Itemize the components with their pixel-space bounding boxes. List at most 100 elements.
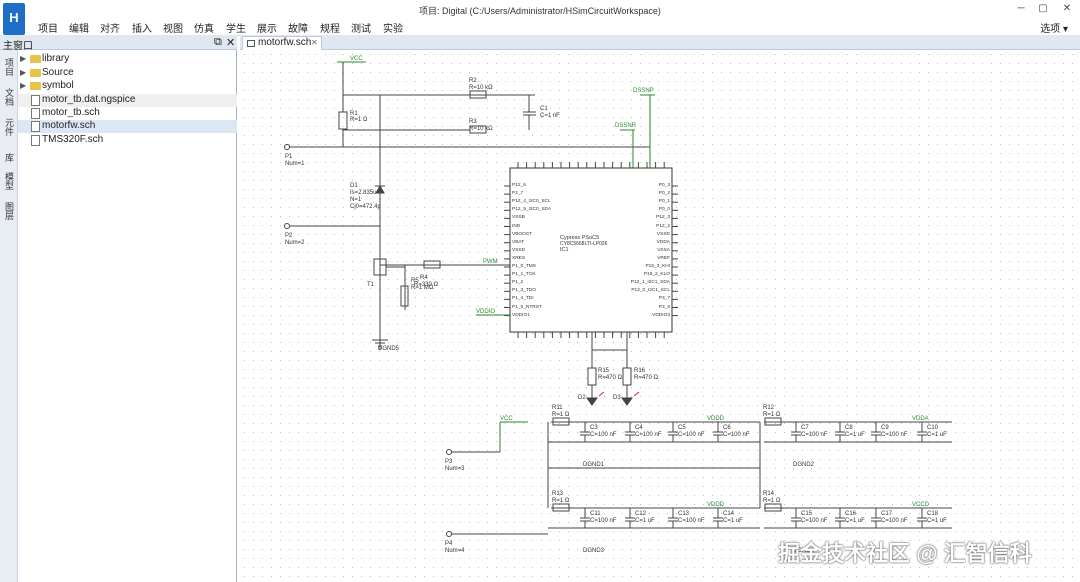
close-tab-icon[interactable]: ✕ [311, 38, 318, 47]
tree-item-label: Source [42, 67, 74, 78]
capacitor-c3[interactable] [580, 422, 590, 442]
capacitor-c4[interactable] [625, 422, 635, 442]
label-dgnd3: DGND3 [583, 548, 605, 554]
tree-item-label: motor_tb.dat.ngspice [42, 94, 136, 105]
rail-tab-models[interactable]: 模型 [0, 168, 18, 194]
tree-item-label: library [42, 53, 70, 64]
file-icon [31, 121, 40, 132]
label-c11: C11 [590, 511, 601, 517]
label-net-vcc: VCC [500, 416, 513, 422]
label-net-vddd: VDDD [707, 502, 725, 508]
tree-item-label: motorfw.sch [42, 120, 96, 131]
resistor-r16[interactable] [622, 367, 632, 386]
close-panel-icon[interactable]: ✕ [226, 36, 235, 49]
label-r13: R13 [552, 491, 564, 497]
menu-test[interactable]: 测试 [351, 20, 371, 35]
capacitor-c7[interactable] [791, 422, 801, 442]
tree-item-motorfw-sch[interactable]: motorfw.sch [18, 120, 237, 133]
led-d3[interactable] [621, 397, 633, 406]
capacitor-c11[interactable] [580, 508, 590, 528]
ic1-psoc5[interactable] [504, 162, 678, 338]
tree-item-motor-tb-sch[interactable]: motor_tb.sch [18, 107, 237, 120]
menu-fault[interactable]: 故障 [288, 20, 308, 35]
capacitor-c14[interactable] [713, 508, 723, 528]
ic-right-pin-label: P15_3_KHI [645, 264, 670, 269]
expand-arrow-icon[interactable]: ▶ [20, 68, 26, 77]
menu-student[interactable]: 学生 [226, 20, 246, 35]
capacitor-c17[interactable] [871, 508, 881, 528]
capacitor-c16[interactable] [835, 508, 845, 528]
menu-edit[interactable]: 编辑 [69, 20, 89, 35]
resistor-r15[interactable] [587, 367, 597, 386]
label-c3: C3 [590, 425, 598, 431]
tree-item-source[interactable]: ▶ Source [18, 67, 237, 80]
port-p3[interactable] [446, 449, 452, 455]
label-r2-val: R=10 kΩ [469, 85, 493, 91]
menu-project[interactable]: 项目 [38, 20, 58, 35]
app-logo-icon[interactable]: H [3, 3, 25, 35]
ic-right-pin-label: P12_0_I2C1_SCL [631, 288, 670, 294]
label-c3-val: C=100 nF [590, 432, 617, 438]
menu-simulation[interactable]: 仿真 [194, 20, 214, 35]
float-panel-icon[interactable]: ⧉ [214, 36, 222, 49]
close-window-button[interactable]: ✕ [1056, 1, 1078, 17]
expand-arrow-icon[interactable]: ▶ [20, 81, 26, 90]
capacitor-c8[interactable] [835, 422, 845, 442]
ic-left-pin-label: P1_3_TDO [512, 288, 536, 294]
ic-right-pin-label: P0_3 [658, 183, 670, 188]
label-r5-val: R=1 MΩ [411, 285, 434, 291]
label-c13: C13 [678, 511, 690, 517]
options-menu[interactable]: 选项 ▾ [1040, 20, 1068, 35]
menu-insert[interactable]: 插入 [132, 20, 152, 35]
capacitor-c12[interactable] [625, 508, 635, 528]
resistor-r1[interactable] [338, 111, 348, 130]
capacitor-c6[interactable] [713, 422, 723, 442]
menu-align[interactable]: 对齐 [100, 20, 120, 35]
label-r14: R14 [763, 491, 775, 497]
label-c9-val: C=100 nF [881, 432, 908, 438]
menu-procedure[interactable]: 规程 [320, 20, 340, 35]
tab-motorfw[interactable]: motorfw.sch ✕ [242, 36, 322, 50]
capacitor-c18[interactable] [917, 508, 927, 528]
tree-item-library[interactable]: ▶ library [18, 53, 237, 66]
ic-right-pin-label: P0_1 [658, 199, 670, 205]
capacitor-c10[interactable] [917, 422, 927, 442]
document-tab-strip: motorfw.sch ✕ [240, 35, 1080, 50]
port-p2[interactable] [284, 223, 290, 229]
capacitor-c15[interactable] [791, 508, 801, 528]
rail-tab-project[interactable]: 项目 [0, 54, 18, 80]
menu-view[interactable]: 视图 [163, 20, 183, 35]
menu-experiment[interactable]: 实验 [383, 20, 403, 35]
rail-tab-layers[interactable]: 图层 [0, 198, 18, 224]
menu-display[interactable]: 展示 [257, 20, 277, 35]
port-p4[interactable] [446, 531, 452, 537]
maximize-button[interactable]: ▢ [1032, 1, 1054, 17]
capacitor-c13[interactable] [668, 508, 678, 528]
ic-left-pin-label: VDDIO1 [512, 312, 530, 318]
tree-item-motor-tb-ngspice[interactable]: motor_tb.dat.ngspice [18, 94, 237, 107]
minimize-button[interactable]: ─ [1010, 1, 1032, 17]
label-c13-val: C=100 nF [678, 518, 705, 524]
led-d2[interactable] [586, 397, 598, 406]
ic-right-pin-label: P12_3 [656, 215, 670, 221]
capacitor-c5[interactable] [668, 422, 678, 442]
ic-right-pin-label: P0_2 [658, 191, 670, 197]
tree-item-symbol[interactable]: ▶ symbol [18, 80, 237, 93]
label-r3-val: R=10 kΩ [469, 126, 493, 132]
capacitor-c9[interactable] [871, 422, 881, 442]
rail-tab-library[interactable]: 库 [0, 144, 18, 170]
label-c15: C15 [801, 511, 813, 517]
schematic-file-icon [247, 40, 255, 47]
port-p1[interactable] [284, 144, 290, 150]
schematic-canvas[interactable]: VCC DSSNP DSSNR PWM VDDIO R1 R=1 Ω R2 R=10 kΩ R3 R… [240, 50, 1080, 582]
tree-item-tms320f-sch[interactable]: TMS320F.sch [18, 134, 237, 147]
rail-tab-components[interactable]: 元件 [0, 114, 18, 140]
ic-right-pin-label: VSSA [657, 247, 670, 253]
rail-tab-documents[interactable]: 文档 [0, 84, 18, 110]
label-c17-val: C=100 nF [881, 518, 908, 524]
expand-arrow-icon[interactable]: ▶ [20, 54, 26, 63]
label-t1: T1 [367, 282, 375, 288]
label-c18: C18 [927, 511, 939, 517]
diode-d1[interactable] [375, 184, 385, 194]
watermark: 掘金技术社区 @ 汇智信科 [778, 541, 1032, 566]
